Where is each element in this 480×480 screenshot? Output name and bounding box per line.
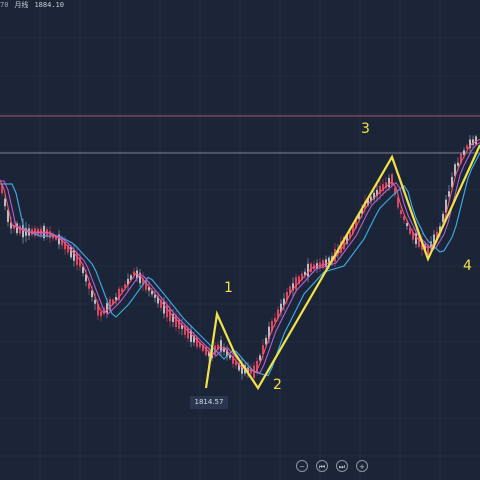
- wave-label-3: 3: [361, 121, 370, 137]
- candle-body: [403, 216, 405, 221]
- candle-body: [73, 250, 75, 261]
- candle-body: [391, 174, 393, 186]
- zoom-in-button[interactable]: +: [356, 460, 368, 472]
- candle-body: [259, 355, 261, 361]
- candle-body: [442, 213, 444, 223]
- candle-body: [475, 136, 477, 145]
- wave-label-4: 4: [463, 258, 472, 274]
- price-text: 1884.10: [34, 1, 64, 9]
- zoom-out-button[interactable]: −: [296, 460, 308, 472]
- candle-body: [166, 305, 168, 318]
- candle-body: [100, 311, 102, 317]
- candle-body: [406, 223, 408, 227]
- candle-body: [88, 283, 90, 289]
- candle-body: [448, 191, 450, 197]
- candle-body: [169, 308, 171, 322]
- candle-body: [106, 302, 108, 314]
- price-chart[interactable]: [0, 0, 480, 480]
- candle-body: [466, 145, 468, 149]
- wave-label-1: 1: [224, 280, 233, 296]
- candle-body: [49, 231, 51, 239]
- rewind-button[interactable]: ⏮: [316, 460, 328, 472]
- low-price-marker: 1814.57: [190, 396, 228, 409]
- chart-svg: [0, 0, 480, 480]
- grid-lines: [0, 0, 480, 480]
- candle-body: [307, 263, 309, 277]
- candle-body: [295, 277, 297, 290]
- period-text: 月线: [14, 1, 29, 9]
- candlesticks: [1, 134, 477, 382]
- wave-label-2: 2: [273, 377, 282, 393]
- symbol-text: 70: [0, 1, 9, 9]
- candle-body: [400, 210, 402, 215]
- candle-body: [4, 198, 6, 207]
- price-header: 70 月线 1884.10: [0, 0, 64, 10]
- candle-body: [388, 177, 390, 188]
- candle-body: [19, 225, 21, 234]
- candle-body: [457, 162, 459, 166]
- chart-toolbar: − ⏮ ⏭ +: [296, 460, 368, 472]
- forward-button[interactable]: ⏭: [336, 460, 348, 472]
- candle-body: [163, 301, 165, 314]
- candle-body: [94, 299, 96, 304]
